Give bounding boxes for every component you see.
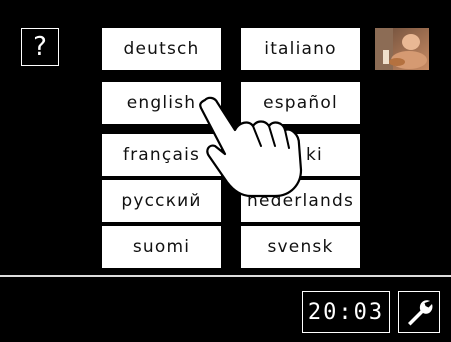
language-label: ki xyxy=(306,145,323,165)
language-label: svensk xyxy=(267,237,334,257)
language-button-suomi-partial[interactable]: ki xyxy=(241,134,360,176)
language-label: русский xyxy=(121,191,202,211)
wrench-icon xyxy=(408,300,433,326)
language-label: deutsch xyxy=(123,39,200,59)
language-button-svensk[interactable]: svensk xyxy=(241,226,360,268)
help-button[interactable]: ? xyxy=(21,28,59,66)
language-button-suomi[interactable]: suomi xyxy=(102,226,221,268)
language-button-italiano[interactable]: italiano xyxy=(241,28,360,70)
status-divider xyxy=(0,275,451,277)
language-button-francais[interactable]: français xyxy=(102,134,221,176)
clock-display[interactable]: 20:03 xyxy=(302,291,390,333)
language-button-russian[interactable]: русский xyxy=(102,180,221,222)
language-label: italiano xyxy=(264,39,337,59)
clock-text: 20:03 xyxy=(307,299,385,325)
language-label: français xyxy=(122,145,201,165)
cooking-photo-icon xyxy=(375,28,429,70)
language-label: english xyxy=(126,93,197,113)
language-button-deutsch[interactable]: deutsch xyxy=(102,28,221,70)
language-label: suomi xyxy=(132,237,191,257)
language-label: nederlands xyxy=(246,191,355,211)
settings-button[interactable] xyxy=(398,291,440,333)
language-button-english[interactable]: english xyxy=(102,82,221,124)
language-button-nederlands[interactable]: nederlands xyxy=(241,180,360,222)
help-label: ? xyxy=(33,32,47,62)
language-button-espanol[interactable]: español xyxy=(241,82,360,124)
language-label: español xyxy=(263,93,338,113)
cooking-photo-thumbnail[interactable] xyxy=(375,28,429,70)
